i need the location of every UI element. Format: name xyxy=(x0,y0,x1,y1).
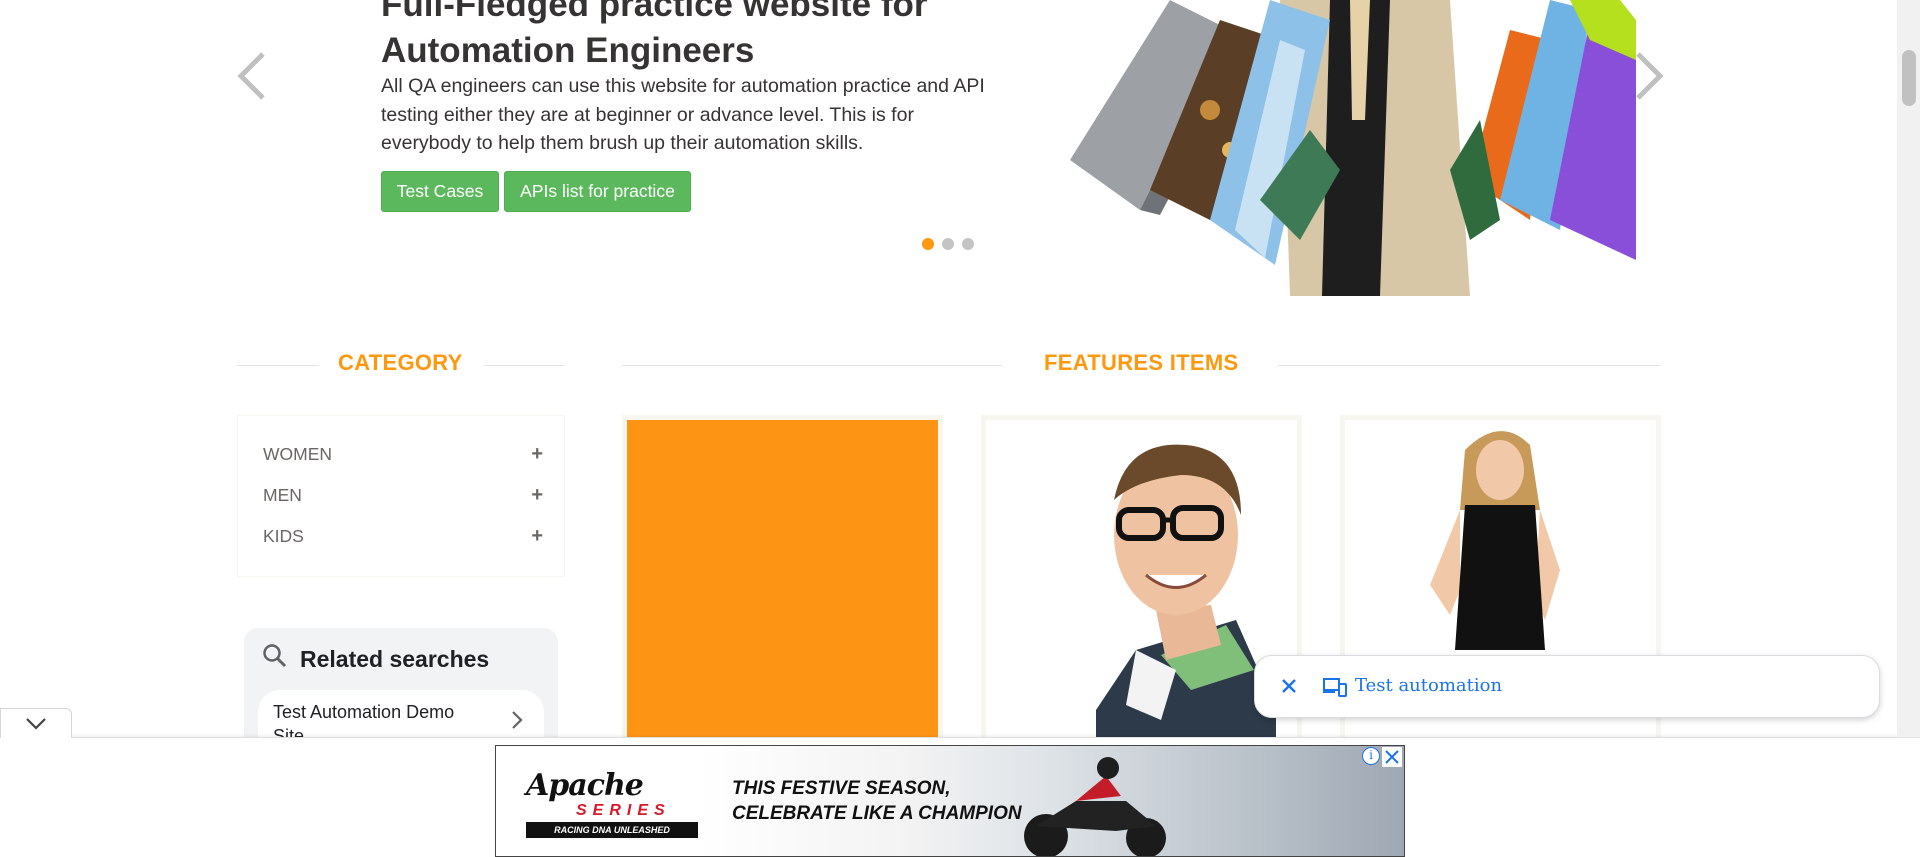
slide-dot-2[interactable] xyxy=(942,238,954,250)
ad-motorcycle-image xyxy=(1024,757,1166,856)
product-card[interactable] xyxy=(622,415,943,755)
hero-title: Full-Fledged practice website for Automa… xyxy=(381,0,1001,73)
devices-icon xyxy=(1323,676,1347,703)
chevron-down-icon xyxy=(26,718,46,730)
ad-headline-line2: CELEBRATE LIKE A CHAMPION xyxy=(732,803,1022,824)
product-image-placeholder xyxy=(627,420,938,750)
category-item-kids[interactable]: KIDS + xyxy=(263,521,543,551)
search-icon xyxy=(262,643,288,675)
category-item-women[interactable]: WOMEN + xyxy=(263,439,543,469)
slide-dot-3[interactable] xyxy=(962,238,974,250)
related-searches-header: Related searches xyxy=(262,643,489,675)
features-title-line-left xyxy=(622,365,1002,366)
features-title-line-right xyxy=(1278,365,1661,366)
product-image-man xyxy=(986,420,1297,750)
chevron-right-icon xyxy=(510,710,524,735)
category-label: WOMEN xyxy=(263,443,333,464)
category-title-line-right xyxy=(484,365,565,366)
category-label: KIDS xyxy=(263,525,304,546)
test-cases-button[interactable]: Test Cases xyxy=(381,171,499,212)
collapse-ad-tab[interactable] xyxy=(0,708,72,738)
hero-title-line1: Full-Fledged practice website for xyxy=(381,0,928,24)
close-icon[interactable] xyxy=(1279,676,1299,701)
hero-shopping-girl-image xyxy=(1030,0,1636,296)
category-panel: WOMEN + MEN + KIDS + xyxy=(237,415,565,577)
expand-plus-icon[interactable]: + xyxy=(531,443,543,466)
search-chip-popup[interactable]: Test automation xyxy=(1254,655,1880,718)
ad-headline-line1: THIS FESTIVE SEASON, xyxy=(732,778,951,799)
ad-brand-logo: Apache xyxy=(526,768,644,803)
slider-prev-arrow-icon[interactable] xyxy=(233,50,273,102)
expand-plus-icon[interactable]: + xyxy=(531,525,543,548)
page: Full-Fledged practice website for Automa… xyxy=(0,0,1920,857)
ad-info-icon[interactable]: i xyxy=(1362,747,1380,765)
features-title: FEATURES ITEMS xyxy=(1044,350,1239,375)
ad-series-text: SERIES xyxy=(576,802,671,819)
related-searches-panel: Related searches Test Automation Demo Si… xyxy=(244,628,558,748)
category-title-line-left xyxy=(237,365,319,366)
expand-plus-icon[interactable]: + xyxy=(531,484,543,507)
ad-close-icon[interactable] xyxy=(1382,747,1402,767)
ad-banner[interactable]: Apache SERIES RACING DNA UNLEASHED THIS … xyxy=(495,745,1405,857)
slide-indicators xyxy=(922,238,974,250)
ad-headline: THIS FESTIVE SEASON, CELEBRATE LIKE A CH… xyxy=(732,776,1022,826)
scrollbar-thumb[interactable] xyxy=(1902,50,1916,106)
ad-tagline: RACING DNA UNLEASHED xyxy=(526,822,698,838)
slide-dot-1[interactable] xyxy=(922,238,934,250)
category-title: CATEGORY xyxy=(338,350,463,375)
related-searches-title: Related searches xyxy=(300,645,490,672)
apis-list-button[interactable]: APIs list for practice xyxy=(504,171,691,212)
hero-title-line2: Automation Engineers xyxy=(381,30,755,70)
page-scrollbar[interactable] xyxy=(1897,0,1920,737)
hero-description: All QA engineers can use this website fo… xyxy=(381,75,985,154)
category-label: MEN xyxy=(263,484,302,505)
category-item-men[interactable]: MEN + xyxy=(263,480,543,510)
chip-search-text[interactable]: Test automation xyxy=(1355,675,1502,696)
